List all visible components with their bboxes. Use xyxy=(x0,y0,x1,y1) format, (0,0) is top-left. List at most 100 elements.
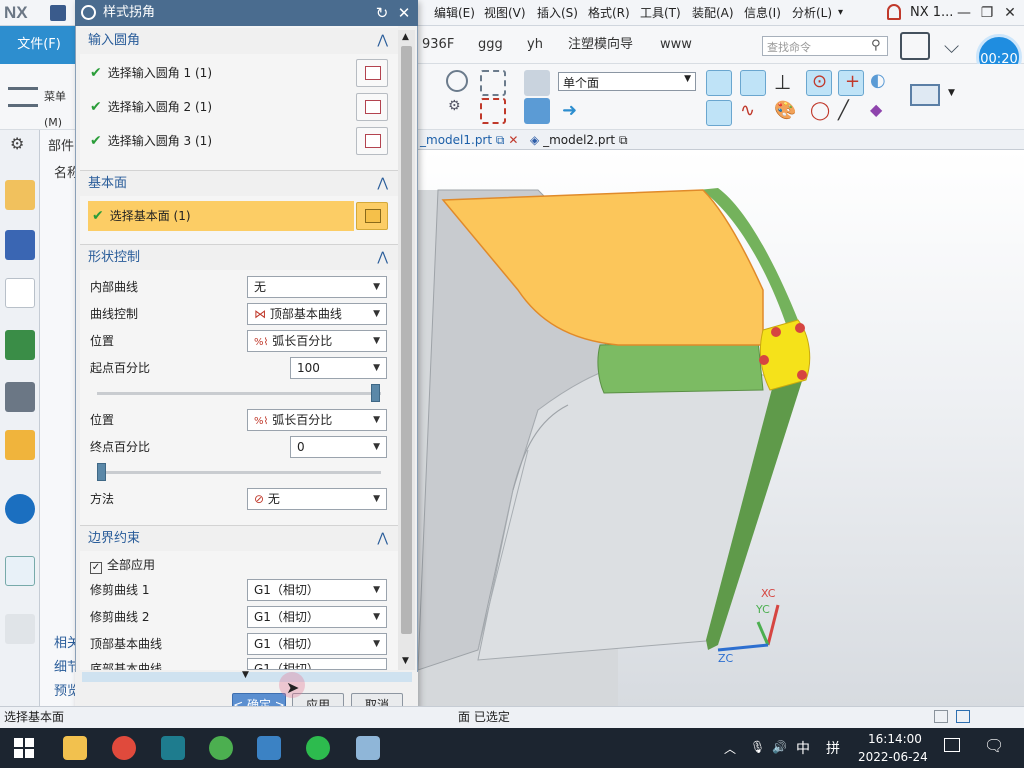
tab-mold-wizard[interactable]: 注塑模向导 xyxy=(568,26,633,64)
ime-indicator[interactable]: 中 xyxy=(796,738,810,758)
command-search-input[interactable]: 查找命令 xyxy=(762,36,888,56)
chevron-down-icon[interactable]: ▼ xyxy=(948,88,955,98)
fullscreen-icon[interactable] xyxy=(900,32,930,60)
minimize-button[interactable]: — xyxy=(952,2,976,24)
notification-icon[interactable]: 🗨 xyxy=(984,736,1004,755)
expand-bar[interactable]: ▼ xyxy=(82,670,412,682)
input-fillet-1[interactable]: ✔ 选择输入圆角 1 (1) xyxy=(80,60,398,86)
menu-more-chevron-icon[interactable]: ▾ xyxy=(838,0,843,26)
section-base-face[interactable]: 基本面 ⋀ xyxy=(80,170,398,196)
restore-button[interactable]: ❐ xyxy=(975,2,999,24)
control-point[interactable] xyxy=(771,327,781,337)
position-select-2[interactable]: %⌇ 弧长百分比 ▼ xyxy=(247,409,387,431)
bottom-base-curve-select[interactable]: G1（相切） xyxy=(247,658,387,670)
browser-icon[interactable] xyxy=(209,736,233,760)
snap-point-icon[interactable] xyxy=(706,70,732,96)
menu-insert[interactable]: 插入(S) xyxy=(537,0,578,26)
close-icon[interactable]: ✕ xyxy=(394,2,414,24)
menu-tools[interactable]: 工具(T) xyxy=(640,0,681,26)
apply-all-row[interactable]: ✓ 全部应用 xyxy=(80,552,398,578)
microphone-icon[interactable]: 🎙 xyxy=(750,740,765,754)
menu-assembly[interactable]: 装配(A) xyxy=(692,0,734,26)
cube-tool-icon[interactable] xyxy=(524,98,550,124)
method-select[interactable]: ⊘ 无 ▼ xyxy=(247,488,387,510)
app-icon[interactable] xyxy=(161,736,185,760)
recorder-icon[interactable] xyxy=(112,736,136,760)
save-icon[interactable] xyxy=(50,5,66,21)
section-shape-control[interactable]: 形状控制 ⋀ xyxy=(80,244,398,270)
windows-start-icon[interactable] xyxy=(14,738,34,758)
info-icon[interactable] xyxy=(5,494,35,524)
line-tool-icon[interactable] xyxy=(706,100,732,126)
navigator-tab[interactable]: 部件 xyxy=(48,135,74,154)
file-explorer-icon[interactable] xyxy=(63,736,87,760)
top-base-curve-select[interactable]: G1（相切） ▼ xyxy=(247,633,387,655)
end-percent-slider-handle[interactable] xyxy=(97,463,106,481)
input-fillet-2[interactable]: ✔ 选择输入圆角 2 (1) xyxy=(80,94,398,120)
surface-tool-icon[interactable]: ◆ xyxy=(870,100,896,126)
dialog-scrollbar[interactable]: ▲ ▼ xyxy=(398,30,415,670)
select-fillet-2-button[interactable] xyxy=(356,93,388,121)
circle-tool-icon[interactable]: ◯ xyxy=(806,100,832,126)
apply-all-checkbox[interactable]: ✓ xyxy=(90,562,102,574)
menu-analysis[interactable]: 分析(L) xyxy=(792,0,832,26)
tab-936f[interactable]: 936F xyxy=(422,26,454,64)
trim-curve-2-select[interactable]: G1（相切） ▼ xyxy=(247,606,387,628)
close-icon[interactable]: ✕ xyxy=(508,133,518,147)
desktop-icon[interactable] xyxy=(944,738,960,752)
notes-app-icon[interactable] xyxy=(356,736,380,760)
reuse-library-icon[interactable] xyxy=(5,330,35,360)
snap-quadrant-icon[interactable]: ◐ xyxy=(870,70,896,96)
menu-info[interactable]: 信息(I) xyxy=(744,0,781,26)
close-button[interactable]: ✕ xyxy=(998,2,1022,24)
user-icon[interactable] xyxy=(887,4,901,20)
graphics-viewport[interactable]: XC YC ZC xyxy=(418,150,1024,706)
input-fillet-3[interactable]: ✔ 选择输入圆角 3 (1) xyxy=(80,128,398,154)
wechat-icon[interactable] xyxy=(306,736,330,760)
volume-icon[interactable]: 🔊 xyxy=(772,740,787,754)
clock-date[interactable]: 2022-06-24 xyxy=(858,750,928,764)
scroll-up-icon[interactable]: ▲ xyxy=(402,32,409,42)
part-navigator-icon[interactable] xyxy=(5,278,35,308)
grid-icon[interactable] xyxy=(934,710,948,723)
menu-edit[interactable]: 编辑(E) xyxy=(434,0,475,26)
layer-icon[interactable] xyxy=(5,430,35,460)
palette-icon[interactable]: 🎨 xyxy=(774,100,800,126)
scrollbar-thumb[interactable] xyxy=(401,46,412,634)
diagonal-tool-icon[interactable]: ╱ xyxy=(838,100,864,126)
end-percent-input[interactable]: 0 ▼ xyxy=(290,436,387,458)
search-icon[interactable]: ⚲ xyxy=(871,38,881,53)
assembly-navigator-icon[interactable] xyxy=(5,180,35,210)
snap-end-icon[interactable] xyxy=(740,70,766,96)
tab-yh[interactable]: yh xyxy=(527,26,543,64)
end-percent-slider[interactable] xyxy=(97,471,381,474)
tab-www[interactable]: www xyxy=(660,26,692,64)
gauge-icon[interactable] xyxy=(5,614,35,644)
chevron-down-icon[interactable]: ⌵ xyxy=(944,34,959,58)
nx-app-icon[interactable] xyxy=(257,736,281,760)
snap-center-icon[interactable]: ⊙ xyxy=(806,70,832,96)
start-percent-slider[interactable] xyxy=(97,392,381,395)
face-tool-icon[interactable] xyxy=(524,70,550,96)
start-percent-slider-handle[interactable] xyxy=(371,384,380,402)
position-select-1[interactable]: %⌇ 弧长百分比 ▼ xyxy=(247,330,387,352)
inner-curve-select[interactable]: 无 ▼ xyxy=(247,276,387,298)
start-percent-input[interactable]: 100 ▼ xyxy=(290,357,387,379)
tab-ggg[interactable]: ggg xyxy=(478,26,503,64)
arrow-right-icon[interactable]: ➜ xyxy=(562,100,577,121)
display-mode-icon[interactable] xyxy=(910,84,940,106)
move-tool-icon[interactable]: ⚙ xyxy=(448,98,474,124)
select-base-face-button[interactable] xyxy=(356,202,388,230)
menu-button[interactable]: 菜单(M) xyxy=(8,84,78,129)
arc-tool-icon[interactable]: ∿ xyxy=(740,100,766,126)
control-point[interactable] xyxy=(797,370,807,380)
snap-intersection-icon[interactable]: + xyxy=(838,70,864,96)
menu-format[interactable]: 格式(R) xyxy=(588,0,630,26)
section-input-fillet[interactable]: 输入圆角 ⋀ xyxy=(80,28,398,54)
window-icon[interactable] xyxy=(956,710,970,723)
web-icon[interactable] xyxy=(5,556,35,586)
view-icon[interactable] xyxy=(5,382,35,412)
keyboard-layout[interactable]: 拼 xyxy=(826,738,840,758)
snap-mid-icon[interactable]: ⊥ xyxy=(774,70,800,96)
rotate-tool-icon[interactable] xyxy=(446,70,468,92)
